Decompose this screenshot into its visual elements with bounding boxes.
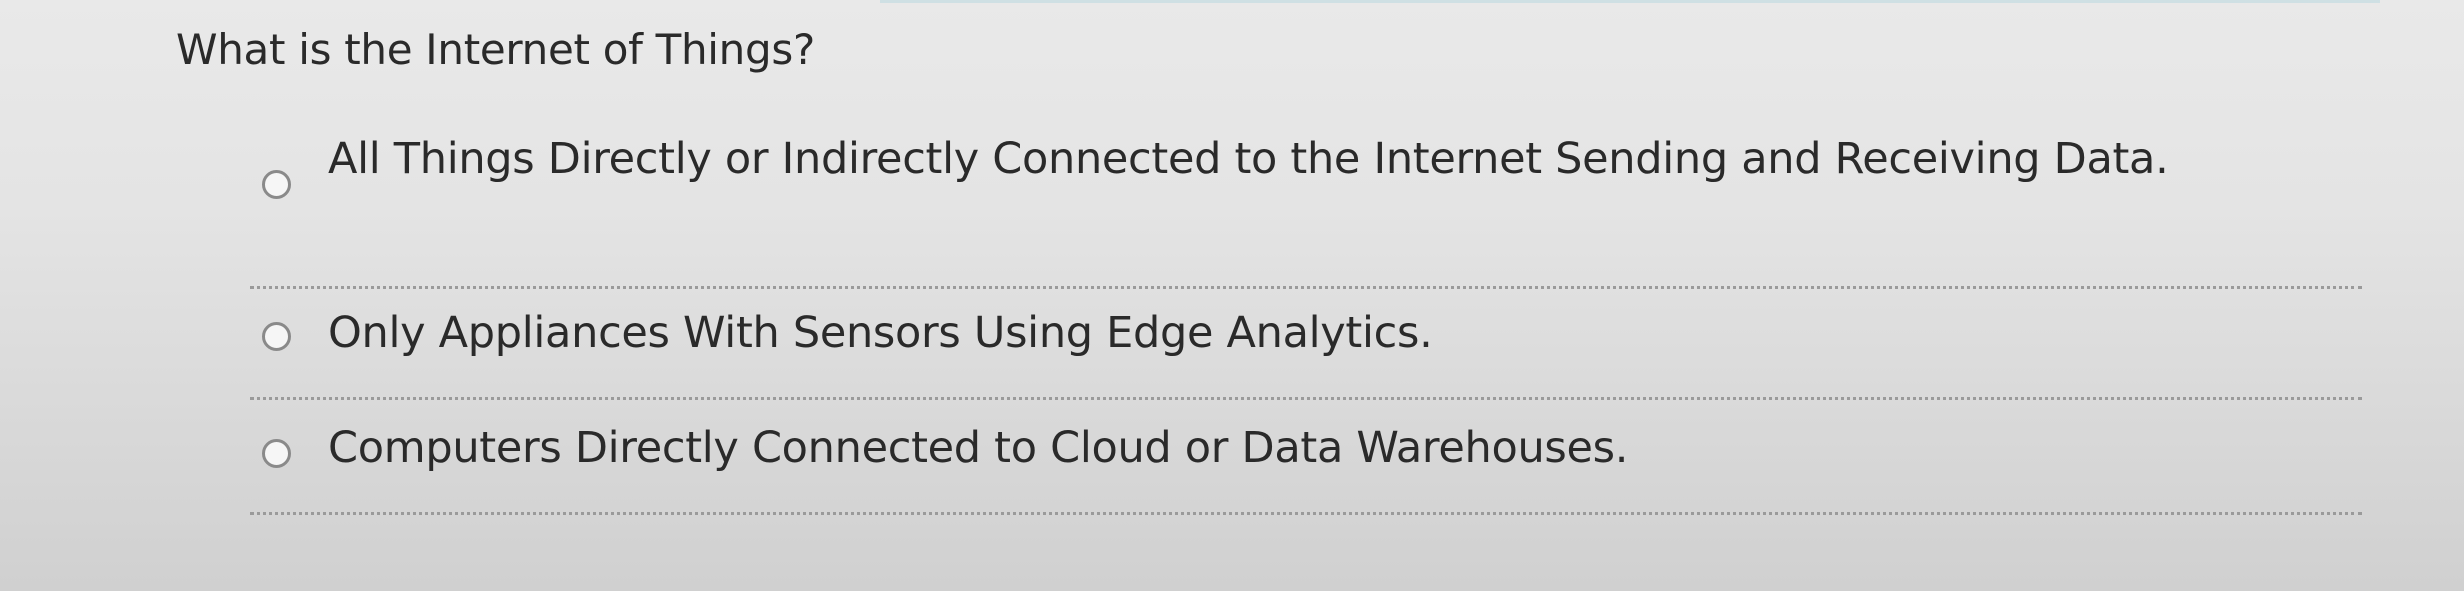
radio-button-icon[interactable] xyxy=(262,322,291,351)
answer-option-label[interactable]: Only Appliances With Sensors Using Edge … xyxy=(328,301,1433,365)
answer-option-2[interactable]: Only Appliances With Sensors Using Edge … xyxy=(250,289,2362,400)
top-edge-strip xyxy=(880,0,2380,3)
radio-button-icon[interactable] xyxy=(262,170,291,199)
answer-option-3[interactable]: Computers Directly Connected to Cloud or… xyxy=(250,400,2362,515)
radio-button-icon[interactable] xyxy=(262,439,291,468)
answer-option-label[interactable]: Computers Directly Connected to Cloud or… xyxy=(328,416,1628,480)
question-text: What is the Internet of Things? xyxy=(176,25,815,74)
answer-option-label[interactable]: All Things Directly or Indirectly Connec… xyxy=(328,127,2288,191)
answer-options: All Things Directly or Indirectly Connec… xyxy=(250,125,2362,515)
answer-option-1[interactable]: All Things Directly or Indirectly Connec… xyxy=(250,125,2362,289)
